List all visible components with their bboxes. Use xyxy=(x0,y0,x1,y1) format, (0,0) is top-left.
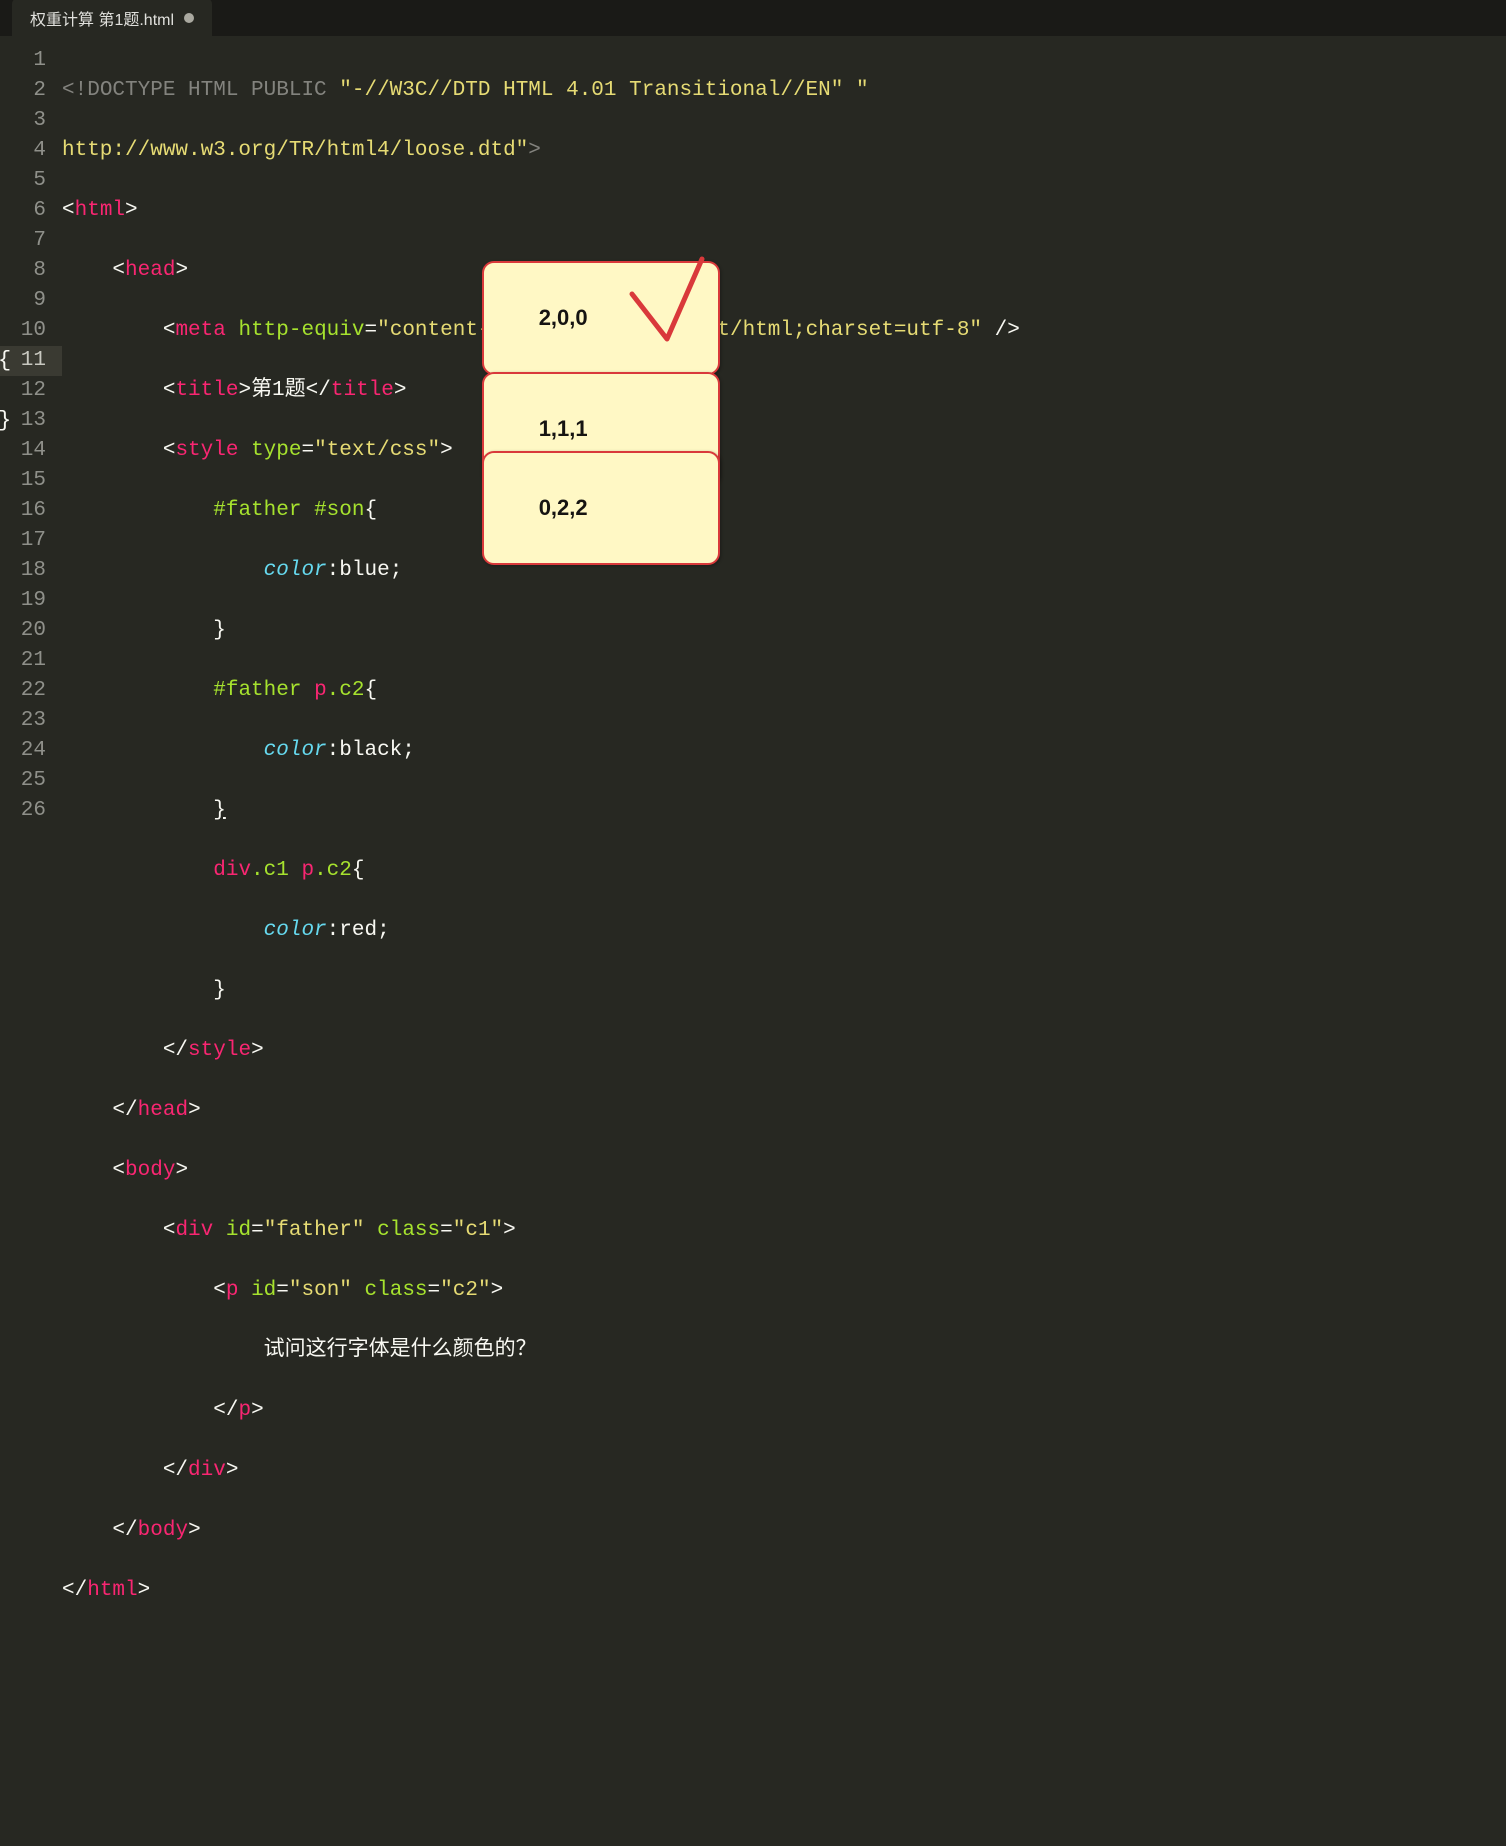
line-number: 25 xyxy=(0,766,46,796)
line-number: 5 xyxy=(0,166,46,196)
code-line: </p> xyxy=(62,1396,1506,1426)
code-line: #father #son{ xyxy=(62,496,1506,526)
annotation-text: 2,0,0 xyxy=(539,305,588,330)
line-number-gutter: { } 1 2 3 4 5 6 7 8 9 10 11 12 13 14 15 … xyxy=(0,36,62,1846)
editor: { } 1 2 3 4 5 6 7 8 9 10 11 12 13 14 15 … xyxy=(0,36,1506,1846)
code-line: <p id="son" class="c2"> xyxy=(62,1276,1506,1306)
line-number: 19 xyxy=(0,586,46,616)
code-line: color:black; xyxy=(62,736,1506,766)
annotation-box-1: 2,0,0 xyxy=(482,261,720,375)
code-line: </body> xyxy=(62,1516,1506,1546)
line-number: 6 xyxy=(0,196,46,226)
line-number: 15 xyxy=(0,466,46,496)
code-line: </html> xyxy=(62,1576,1506,1606)
line-number: 17 xyxy=(0,526,46,556)
annotation-text: 0,2,2 xyxy=(539,495,588,520)
code-line: <body> xyxy=(62,1156,1506,1186)
line-number: 12 xyxy=(0,376,46,406)
modified-dot-icon xyxy=(184,13,194,23)
line-number: 4 xyxy=(0,136,46,166)
code-line: 试问这行字体是什么颜色的？ xyxy=(62,1336,1506,1366)
code-line: <title>第1题</title> xyxy=(62,376,1506,406)
line-number: 1 xyxy=(0,46,46,76)
line-number: 9 xyxy=(0,286,46,316)
code-line: } xyxy=(62,616,1506,646)
code-line: </div> xyxy=(62,1456,1506,1486)
line-number: 2 xyxy=(0,76,46,106)
line-number: 18 xyxy=(0,556,46,586)
tab-title: 权重计算 第1题.html xyxy=(30,6,174,30)
line-number: 20 xyxy=(0,616,46,646)
code-line: div.c1 p.c2{ xyxy=(62,856,1506,886)
code-line: </head> xyxy=(62,1096,1506,1126)
line-number: 8 xyxy=(0,256,46,286)
fold-close-icon[interactable]: } xyxy=(0,406,11,436)
code-line: color:red; xyxy=(62,916,1506,946)
code-line: <!DOCTYPE HTML PUBLIC "-//W3C//DTD HTML … xyxy=(62,76,1506,106)
line-number: 16 xyxy=(0,496,46,526)
line-number: 26 xyxy=(0,796,46,826)
fold-open-icon[interactable]: { xyxy=(0,346,11,376)
code-line: <style type="text/css"> xyxy=(62,436,1506,466)
code-line: <head> xyxy=(62,256,1506,286)
code-line: </style> xyxy=(62,1036,1506,1066)
line-number: 21 xyxy=(0,646,46,676)
annotation-box-3: 0,2,2 xyxy=(482,451,720,565)
code-line: } xyxy=(62,796,1506,826)
code-line: <html> xyxy=(62,196,1506,226)
file-tab[interactable]: 权重计算 第1题.html xyxy=(12,0,212,36)
code-line: #father p.c2{ xyxy=(62,676,1506,706)
code-line: <meta http-equiv="content-type" content=… xyxy=(62,316,1506,346)
line-number: 7 xyxy=(0,226,46,256)
tab-bar: 权重计算 第1题.html xyxy=(0,0,1506,36)
code-line: color:blue; xyxy=(62,556,1506,586)
line-number: 14 xyxy=(0,436,46,466)
annotation-text: 1,1,1 xyxy=(539,416,588,441)
code-line: } xyxy=(62,976,1506,1006)
code-line: http://www.w3.org/TR/html4/loose.dtd"> xyxy=(62,136,1506,166)
line-number: 22 xyxy=(0,676,46,706)
code-line: <div id="father" class="c1"> xyxy=(62,1216,1506,1246)
line-number: 23 xyxy=(0,706,46,736)
line-number: 10 xyxy=(0,316,46,346)
line-number: 24 xyxy=(0,736,46,766)
line-number: 3 xyxy=(0,106,46,136)
code-area[interactable]: <!DOCTYPE HTML PUBLIC "-//W3C//DTD HTML … xyxy=(62,36,1506,1846)
